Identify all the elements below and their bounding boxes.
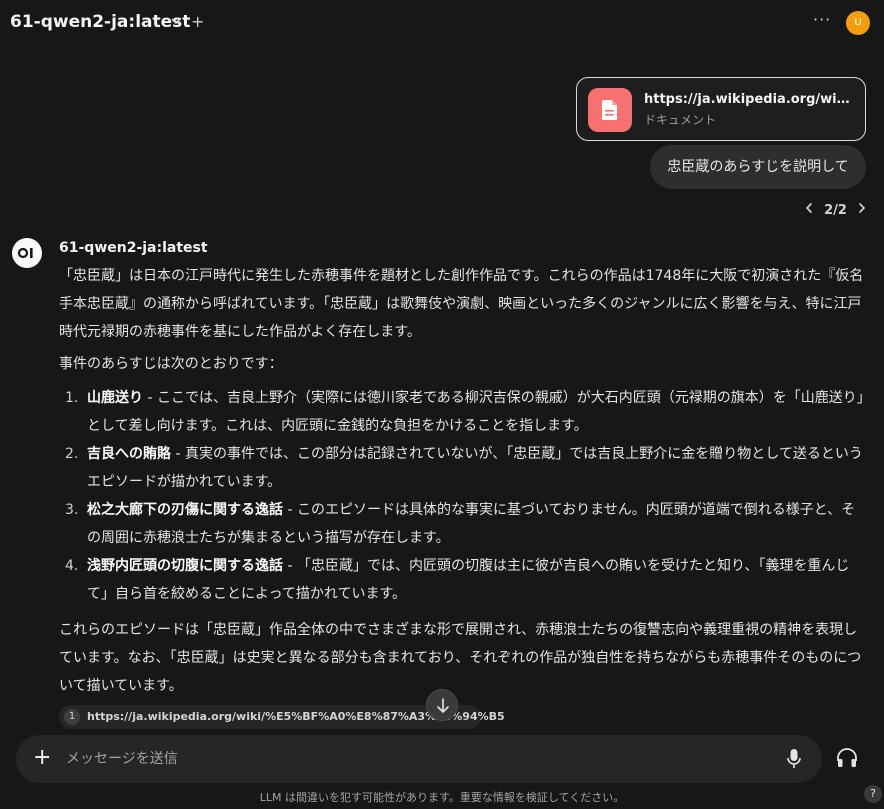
headphones-icon[interactable] — [836, 747, 858, 769]
avatar[interactable]: U — [846, 11, 870, 35]
attach-plus-icon[interactable]: + — [33, 745, 51, 771]
attachment-card[interactable]: https://ja.wikipedia.org/wiki/%E5%BF%A0%… — [576, 77, 866, 141]
assistant-message: 「忠臣蔵」は日本の江戸時代に発生した赤穂事件を題材とした創作作品です。これらの作… — [59, 262, 869, 700]
document-icon — [588, 88, 632, 132]
microphone-icon[interactable] — [787, 748, 801, 770]
source-citation[interactable]: 1 https://ja.wikipedia.org/wiki/%E5%BF%A… — [59, 705, 505, 729]
model-selector[interactable]: 61-qwen2-ja:latest — [10, 12, 190, 32]
help-icon[interactable]: ? — [864, 785, 882, 803]
more-options-icon[interactable]: ··· — [813, 10, 831, 29]
chevron-right-icon[interactable] — [857, 202, 867, 218]
list-item-title: 山鹿送り — [87, 390, 143, 406]
arrow-down-icon — [437, 698, 449, 713]
attachment-type: ドキュメント — [644, 113, 717, 127]
scroll-down-button[interactable] — [426, 689, 458, 721]
list-item-text: - ここでは、吉良上野介（実際には徳川家老である柳沢吉保の親戚）が大石内匠頭（元… — [87, 390, 864, 434]
answer-intro: 「忠臣蔵」は日本の江戸時代に発生した赤穂事件を題材とした創作作品です。これらの作… — [59, 268, 864, 340]
list-number: 4. — [65, 558, 79, 574]
list-number: 2. — [65, 446, 79, 462]
assistant-name: 61-qwen2-ja:latest — [59, 240, 208, 256]
attachment-url: https://ja.wikipedia.org/wiki/%E5%BF%A0%… — [644, 92, 858, 107]
answer-outro: これらのエピソードは「忠臣蔵」作品全体の中でさまざまな形で展開され、赤穂浪士たち… — [59, 622, 862, 694]
list-item: 4. 浅野内匠頭の切腹に関する逸話 - 「忠臣蔵」では、内匠頭の切腹は主に彼が吉良… — [59, 552, 869, 608]
list-item: 1. 山鹿送り - ここでは、吉良上野介（実際には徳川家老である柳沢吉保の親戚）が… — [59, 384, 869, 440]
chevron-down-icon[interactable] — [170, 15, 182, 27]
list-item-title: 浅野内匠頭の切腹に関する逸話 — [87, 558, 283, 574]
message-input[interactable] — [66, 749, 746, 769]
user-message: 忠臣蔵のあらすじを説明して — [650, 145, 866, 189]
list-item-title: 松之大廊下の刃傷に関する逸話 — [87, 502, 283, 518]
message-composer: + — [16, 735, 822, 783]
list-number: 1. — [65, 390, 79, 406]
top-bar: 61-qwen2-ja:latest + ··· U — [0, 0, 884, 46]
chevron-left-icon[interactable] — [804, 202, 814, 218]
answer-lead: 事件のあらすじは次のとおりです： — [59, 356, 283, 372]
assistant-logo-icon — [12, 238, 42, 268]
list-item-text: - 真実の事件では、この部分は記録されていないが、「忠臣蔵」では吉良上野介に金を… — [87, 446, 863, 490]
pager-count: 2/2 — [824, 203, 847, 218]
list-item-title: 吉良への賄賂 — [87, 446, 171, 462]
answer-list: 1. 山鹿送り - ここでは、吉良上野介（実際には徳川家老である柳沢吉保の親戚）が… — [59, 384, 869, 608]
source-number: 1 — [64, 709, 80, 725]
disclaimer-text: LLM は間違いを犯す可能性があります。重要な情報を検証してください。 — [259, 791, 625, 804]
add-model-icon[interactable]: + — [191, 14, 204, 30]
list-item: 3. 松之大廊下の刃傷に関する逸話 - このエピソードは具体的な事実に基づいており… — [59, 496, 869, 552]
response-pager: 2/2 — [804, 202, 867, 218]
list-number: 3. — [65, 502, 79, 518]
list-item: 2. 吉良への賄賂 - 真実の事件では、この部分は記録されていないが、「忠臣蔵」で… — [59, 440, 869, 496]
